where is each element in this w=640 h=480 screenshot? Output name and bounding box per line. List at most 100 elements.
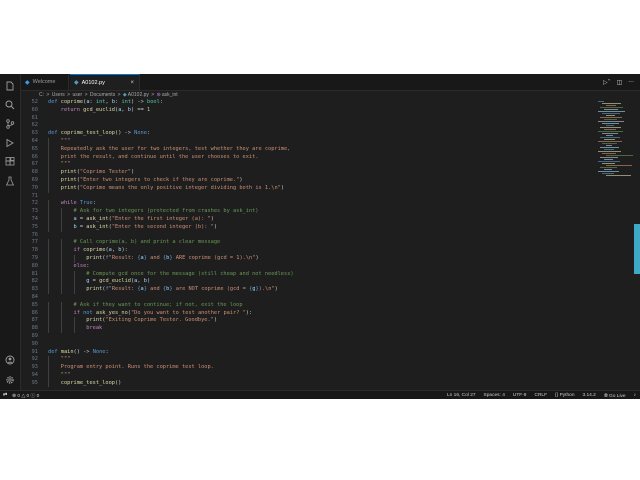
tab-welcome-label: Welcome [32,79,56,85]
search-icon[interactable] [0,95,20,115]
code-line[interactable]: 87 print("Exiting Coprime Tester. Goodby… [21,317,595,326]
breadcrumb-separator: > [46,92,50,98]
code-line[interactable]: 89 [21,333,595,341]
code-line[interactable]: 81 # Compute gcd once for the message (s… [21,270,595,279]
code-line[interactable]: 65 Repeatedly ask the user for two integ… [21,145,595,154]
code-line[interactable]: 82 g = gcd_euclid(a, b) [21,278,595,287]
python-version[interactable]: 3.14.2 [583,393,596,398]
tab-a0102-py[interactable]: ◆ A0102.py × [70,74,140,90]
minimap-line [602,133,618,134]
notifications-bell-icon[interactable]: ♪ [634,393,636,398]
minimap-line [602,173,614,174]
indent-guide [48,215,49,224]
braces-icon: {} [555,393,559,398]
indent-guide [48,301,49,310]
code-line[interactable]: 86 if not ask_yes_no("Do you want to tes… [21,309,595,318]
settings-gear-icon[interactable] [0,370,20,390]
more-actions-icon[interactable]: ··· [628,79,634,86]
code-line[interactable]: 76 [21,232,595,240]
extensions-icon[interactable] [0,152,20,172]
code-line[interactable]: 62 [21,122,595,130]
code-line[interactable]: 66 print the result, and continue until … [21,153,595,162]
code-line[interactable]: 77 # Call coprime(a, b) and print a clea… [21,239,595,248]
problems-indicator[interactable]: ⊗ 0 △ 0 ⓘ 0 [12,392,39,399]
code-line[interactable]: 88 break [21,325,595,333]
testing-icon[interactable] [0,171,20,191]
breadcrumb-item[interactable]: A0102.py [128,92,149,98]
code-line[interactable]: 60 return gcd_euclid(a, b) == 1 [21,107,595,115]
code-line[interactable]: 52 def coprime(a: int, b: int) -> bool: [21,99,595,107]
line-number: 92 [31,356,38,363]
run-python-file-icon[interactable]: ▷˅ [603,79,611,86]
language-mode[interactable]: {} Python [555,393,575,398]
code-text: print(f"Result: {a} and {b} ARE coprime … [86,254,259,261]
code-line[interactable]: 84 [21,294,595,302]
tab-welcome[interactable]: ◆ Welcome [21,74,69,90]
indent-guide [48,153,49,162]
end-of-line[interactable]: CRLF [534,393,547,398]
encoding[interactable]: UTF-8 [513,393,527,398]
code-line[interactable]: 71 [21,193,595,201]
line-number: 60 [31,106,38,113]
code-line[interactable]: 90 [21,341,595,349]
go-live-button[interactable]: ⦾ Go Live [604,393,626,399]
breadcrumb-item[interactable]: Users [52,92,65,98]
line-number: 81 [31,270,38,277]
code-line[interactable]: 74 a = ask_int("Enter the first integer … [21,215,595,224]
code-text: while True: [60,200,96,207]
remote-icon[interactable]: ⇄ [3,393,7,398]
code-line[interactable]: 70 print("Coprime means the only positiv… [21,184,595,193]
cursor-position[interactable]: Ln 16, Col 27 [447,393,476,398]
code-line[interactable]: 91 def main() -> None: [21,349,595,357]
indent-guide [48,200,49,209]
code-line[interactable]: 72 while True: [21,200,595,209]
code-line[interactable]: 83 print(f"Result: {a} and {b} are NOT c… [21,286,595,294]
code-line[interactable]: 85 # Ask if they want to continue; if no… [21,301,595,310]
source-control-icon[interactable] [0,114,20,134]
code-line[interactable]: 79 print(f"Result: {a} and {b} ARE copri… [21,254,595,263]
code-line[interactable]: 67 """ [21,161,595,170]
code-line[interactable]: 80 else: [21,262,595,271]
split-editor-icon[interactable]: ◫ [617,79,623,86]
breadcrumb-item[interactable]: ask_int [162,92,178,98]
indent-guide [48,309,49,318]
info-icon: ⓘ [30,394,36,399]
minimap[interactable] [596,99,633,390]
indent-guide [60,239,62,248]
editor-scrollbar[interactable] [634,224,640,274]
line-number: 94 [31,371,38,378]
indentation[interactable]: Spaces: 4 [484,393,505,398]
code-line[interactable]: 94 """ [21,371,595,380]
code-line[interactable]: 69 print("Enter two integers to check if… [21,176,595,185]
indent-guide [48,239,49,248]
code-line[interactable]: 92 """ [21,356,595,365]
breadcrumb-item[interactable]: Documents [90,92,115,98]
code-text: def coprime(a: int, b: int) -> bool: [48,99,163,105]
breadcrumb-item[interactable]: user [72,92,82,98]
explorer-icon[interactable] [0,76,20,96]
indent-guide [48,262,49,271]
close-tab-icon[interactable]: × [130,80,134,86]
run-debug-icon[interactable] [0,133,20,153]
line-number: 72 [31,200,38,207]
code-line[interactable]: 64 """ [21,137,595,146]
minimap-line [600,117,622,118]
minimap-line [600,157,618,158]
code-line[interactable]: 93 Program entry point. Runs the coprime… [21,364,595,372]
breadcrumb-item[interactable]: C: [39,92,44,98]
minimap-line [606,125,614,126]
tab-bar: ◆ Welcome ◆ A0102.py × ▷˅ ◫ ··· [21,74,640,91]
code-line[interactable]: 63 def coprime_test_loop() -> None: [21,130,595,138]
code-line[interactable]: 78 if coprime(a, b): [21,247,595,255]
code-text: """ [60,137,71,144]
vscode-logo-icon: ◆ [25,79,30,86]
accounts-icon[interactable] [0,350,20,370]
minimap-line [602,163,615,164]
code-line[interactable]: 75 b = ask_int("Enter the second integer… [21,223,595,232]
code-line[interactable]: 61 [21,115,595,123]
code-line[interactable]: 95 coprime_test_loop() [21,379,595,388]
code-line[interactable]: 68 print("Coprime Tester") [21,169,595,177]
minimap-line [604,109,618,110]
code-editor[interactable]: 52 def coprime(a: int, b: int) -> bool: 60… [21,99,595,390]
code-line[interactable]: 73 # Ask for two integers (protected fro… [21,208,595,216]
